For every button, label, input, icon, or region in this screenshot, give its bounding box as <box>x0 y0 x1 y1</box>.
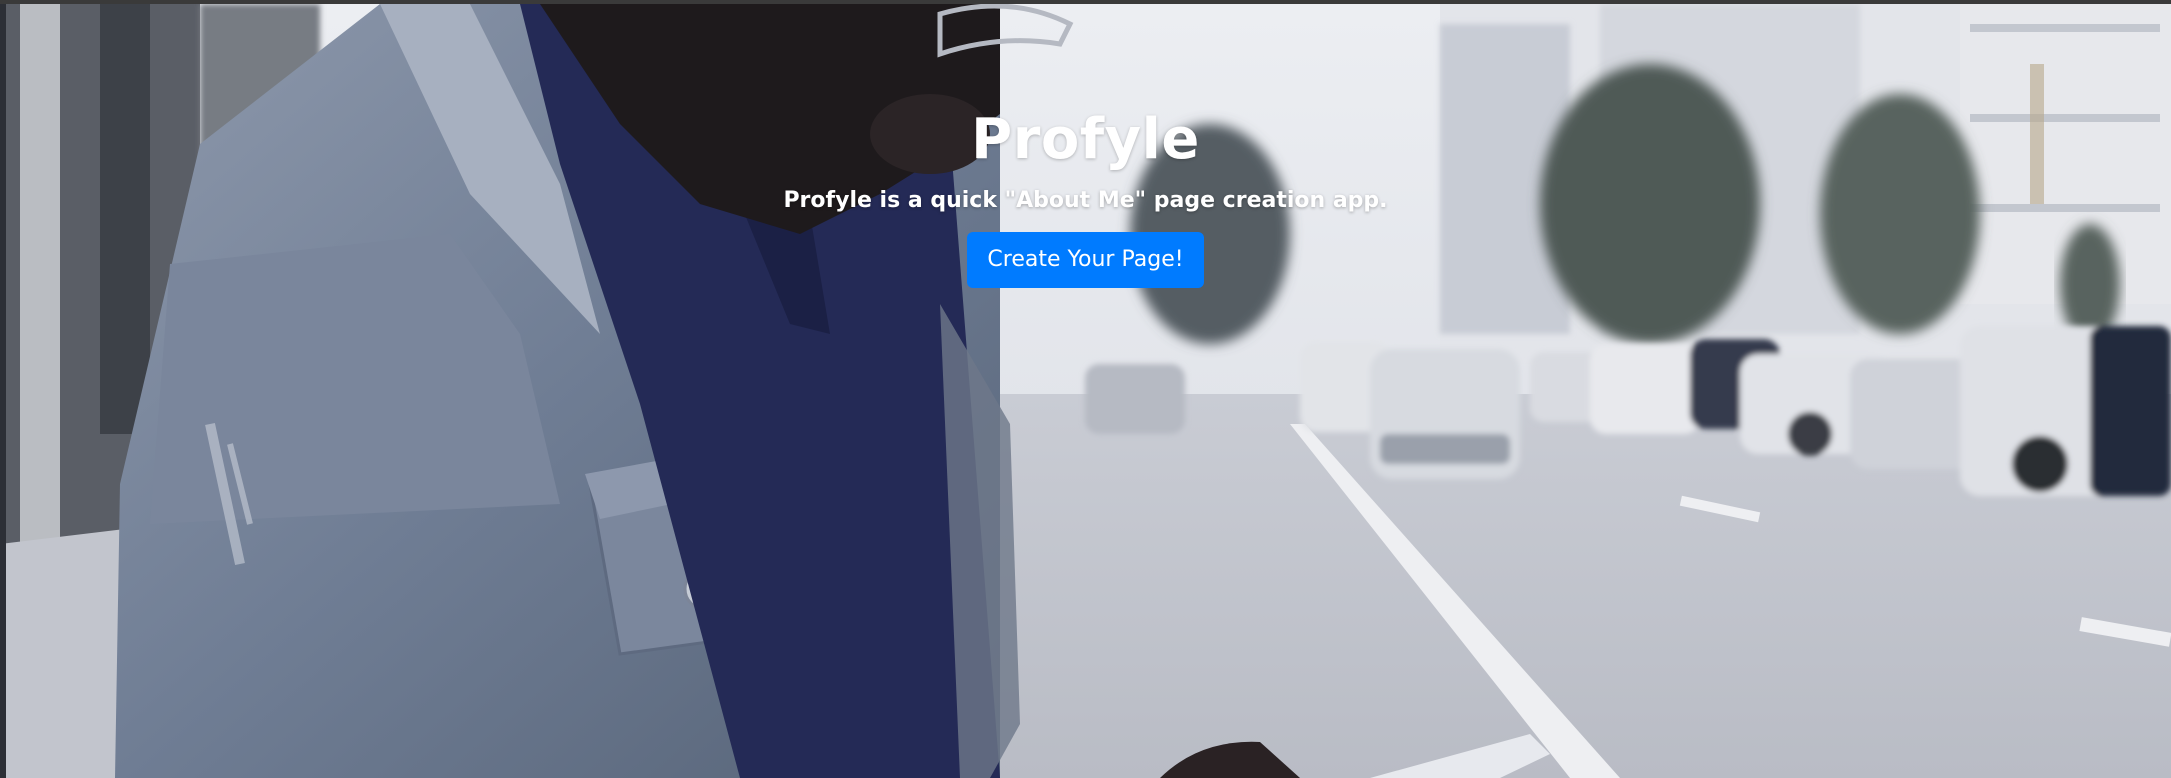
hero-title: Profyle <box>971 107 1200 172</box>
create-your-page-button[interactable]: Create Your Page! <box>967 232 1204 288</box>
hero-section: Profyle Profyle is a quick "About Me" pa… <box>0 4 2171 778</box>
hero-subtitle: Profyle is a quick "About Me" page creat… <box>783 188 1388 213</box>
hero-content: Profyle Profyle is a quick "About Me" pa… <box>0 104 2171 288</box>
